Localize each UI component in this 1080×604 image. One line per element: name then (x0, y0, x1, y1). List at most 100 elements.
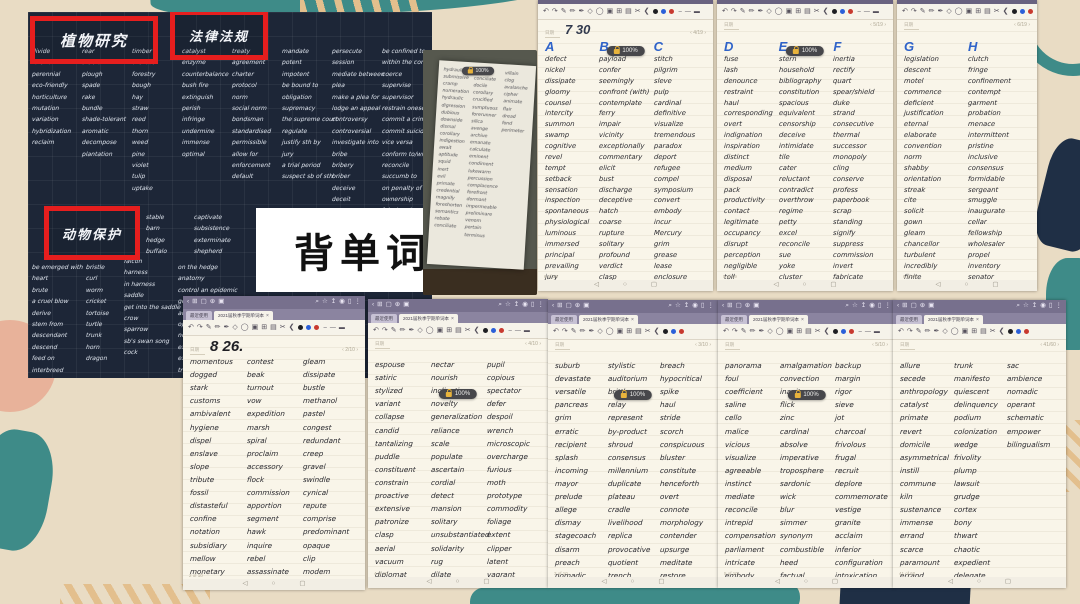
close-icon[interactable]: × (451, 316, 454, 322)
stroke-thick-icon[interactable]: ▬ (873, 9, 879, 15)
undo-icon[interactable]: ↶ (373, 327, 379, 334)
back-icon[interactable]: ‹ (897, 303, 899, 310)
stroke-thin-icon[interactable]: – (858, 329, 861, 335)
scissors-icon[interactable]: ✂ (990, 328, 996, 335)
export-icon[interactable]: ↥ (861, 303, 866, 310)
lasso-icon[interactable]: ◯ (606, 328, 614, 335)
nav-recent-icon[interactable]: ▢ (651, 282, 657, 289)
search-icon[interactable]: ⌕ (668, 303, 672, 310)
color-blue-dot[interactable] (306, 325, 311, 330)
thumbnails-icon[interactable]: ▣ (218, 299, 224, 306)
grid-icon[interactable]: ⊞ (727, 303, 732, 310)
image-icon[interactable]: ▣ (437, 327, 444, 334)
more-icon[interactable]: ⋮ (885, 303, 892, 310)
color-blue-dot[interactable] (491, 328, 496, 333)
redo-icon[interactable]: ↷ (552, 8, 558, 15)
table-icon[interactable]: ⊞ (795, 8, 801, 15)
star-icon[interactable]: ☆ (852, 303, 858, 310)
image-icon[interactable]: ▣ (787, 328, 794, 335)
more-icon[interactable]: ⋮ (355, 299, 362, 306)
pen-icon[interactable]: ✎ (741, 328, 747, 335)
color-red-dot[interactable] (314, 325, 319, 330)
redo-icon[interactable]: ↷ (197, 324, 203, 331)
eraser-icon[interactable]: ◇ (597, 328, 602, 335)
nav-back-icon[interactable]: ◁ (935, 282, 940, 289)
tab-inactive[interactable]: 最近使用 (371, 314, 397, 323)
color-blue-dot[interactable] (840, 9, 845, 14)
stroke-medium-icon[interactable]: — (685, 9, 691, 15)
add-page-icon[interactable]: ⊕ (920, 303, 925, 310)
sync-icon[interactable]: ◉ (869, 303, 875, 310)
grid-icon[interactable]: ⊞ (557, 303, 562, 310)
back-icon[interactable]: ‹ (187, 299, 189, 306)
sync-icon[interactable]: ◉ (1040, 303, 1046, 310)
pen-icon[interactable]: ✎ (740, 8, 746, 15)
close-icon[interactable]: × (976, 317, 979, 323)
sync-icon[interactable]: ◉ (522, 302, 528, 309)
grid-icon[interactable]: ⊞ (192, 299, 197, 306)
color-black-dot[interactable] (483, 328, 488, 333)
card-icon[interactable]: ▤ (804, 8, 811, 15)
tab-active[interactable]: 2021届秋季学期单词本× (214, 311, 273, 320)
pen-icon[interactable]: ✎ (920, 8, 926, 15)
more-icon[interactable]: ⋮ (538, 302, 545, 309)
nav-home-icon[interactable]: ○ (623, 282, 627, 289)
tab-active[interactable]: 2021届秋季学期单词本× (924, 315, 983, 324)
undo-icon[interactable]: ↶ (722, 8, 728, 15)
pages-icon[interactable]: ▢ (386, 302, 392, 309)
laser-icon[interactable]: ❮ (1003, 8, 1009, 15)
color-red-dot[interactable] (669, 9, 674, 14)
fountain-pen-icon[interactable]: ✒ (758, 8, 764, 15)
export-icon[interactable]: ↥ (514, 302, 519, 309)
table-icon[interactable]: ⊞ (261, 324, 267, 331)
nav-recent-icon[interactable]: ▢ (992, 282, 998, 289)
stroke-thick-icon[interactable]: ▬ (874, 329, 880, 335)
tab-inactive[interactable]: 最近使用 (186, 311, 212, 320)
scissors-icon[interactable]: ✂ (280, 324, 286, 331)
eraser-icon[interactable]: ◇ (942, 328, 947, 335)
undo-icon[interactable]: ↶ (898, 328, 904, 335)
image-icon[interactable]: ▣ (252, 324, 259, 331)
table-icon[interactable]: ⊞ (616, 8, 622, 15)
back-icon[interactable]: ‹ (372, 302, 374, 309)
add-page-icon[interactable]: ⊕ (210, 299, 215, 306)
laser-icon[interactable]: ❮ (824, 328, 830, 335)
card-icon[interactable]: ▤ (625, 8, 632, 15)
redo-icon[interactable]: ↷ (732, 328, 738, 335)
laser-icon[interactable]: ❮ (644, 8, 650, 15)
star-icon[interactable]: ☆ (675, 303, 681, 310)
pen-icon[interactable]: ✎ (391, 327, 397, 334)
lasso-icon[interactable]: ◯ (776, 328, 784, 335)
eraser-icon[interactable]: ◇ (417, 327, 422, 334)
nav-back-icon[interactable]: ◁ (773, 282, 778, 289)
image-icon[interactable]: ▣ (962, 328, 969, 335)
color-black-dot[interactable] (653, 9, 658, 14)
color-black-dot[interactable] (832, 9, 837, 14)
nav-recent-icon[interactable]: ▢ (483, 579, 489, 586)
undo-icon[interactable]: ↶ (543, 8, 549, 15)
tab-inactive[interactable]: 最近使用 (551, 315, 577, 324)
grid-icon[interactable]: ⊞ (902, 303, 907, 310)
search-icon[interactable]: ⌕ (845, 303, 849, 310)
pen-icon[interactable]: ✎ (206, 324, 212, 331)
highlighter-icon[interactable]: ✏ (400, 327, 406, 334)
redo-icon[interactable]: ↷ (911, 8, 917, 15)
stroke-medium-icon[interactable]: — (865, 329, 871, 335)
export-icon[interactable]: ↥ (684, 303, 689, 310)
card-icon[interactable]: ▤ (980, 328, 987, 335)
color-black-dot[interactable] (298, 325, 303, 330)
fountain-pen-icon[interactable]: ✒ (938, 8, 944, 15)
nav-back-icon[interactable]: ◁ (948, 579, 953, 586)
stroke-thin-icon[interactable]: – (323, 325, 326, 331)
highlighter-icon[interactable]: ✏ (215, 324, 221, 331)
page-indicator[interactable]: ‹ 4/10 › (525, 341, 541, 347)
page-indicator[interactable]: ‹ 5/19 › (870, 22, 886, 28)
color-red-dot[interactable] (848, 9, 853, 14)
card-icon[interactable]: ▤ (455, 327, 462, 334)
nav-back-icon[interactable]: ◁ (242, 581, 247, 588)
stroke-thin-icon[interactable]: – (678, 9, 681, 15)
stroke-medium-icon[interactable]: — (515, 328, 521, 334)
tab-active[interactable]: 2021届秋季学期单词本× (579, 315, 638, 324)
close-icon[interactable]: × (631, 317, 634, 323)
redo-icon[interactable]: ↷ (382, 327, 388, 334)
